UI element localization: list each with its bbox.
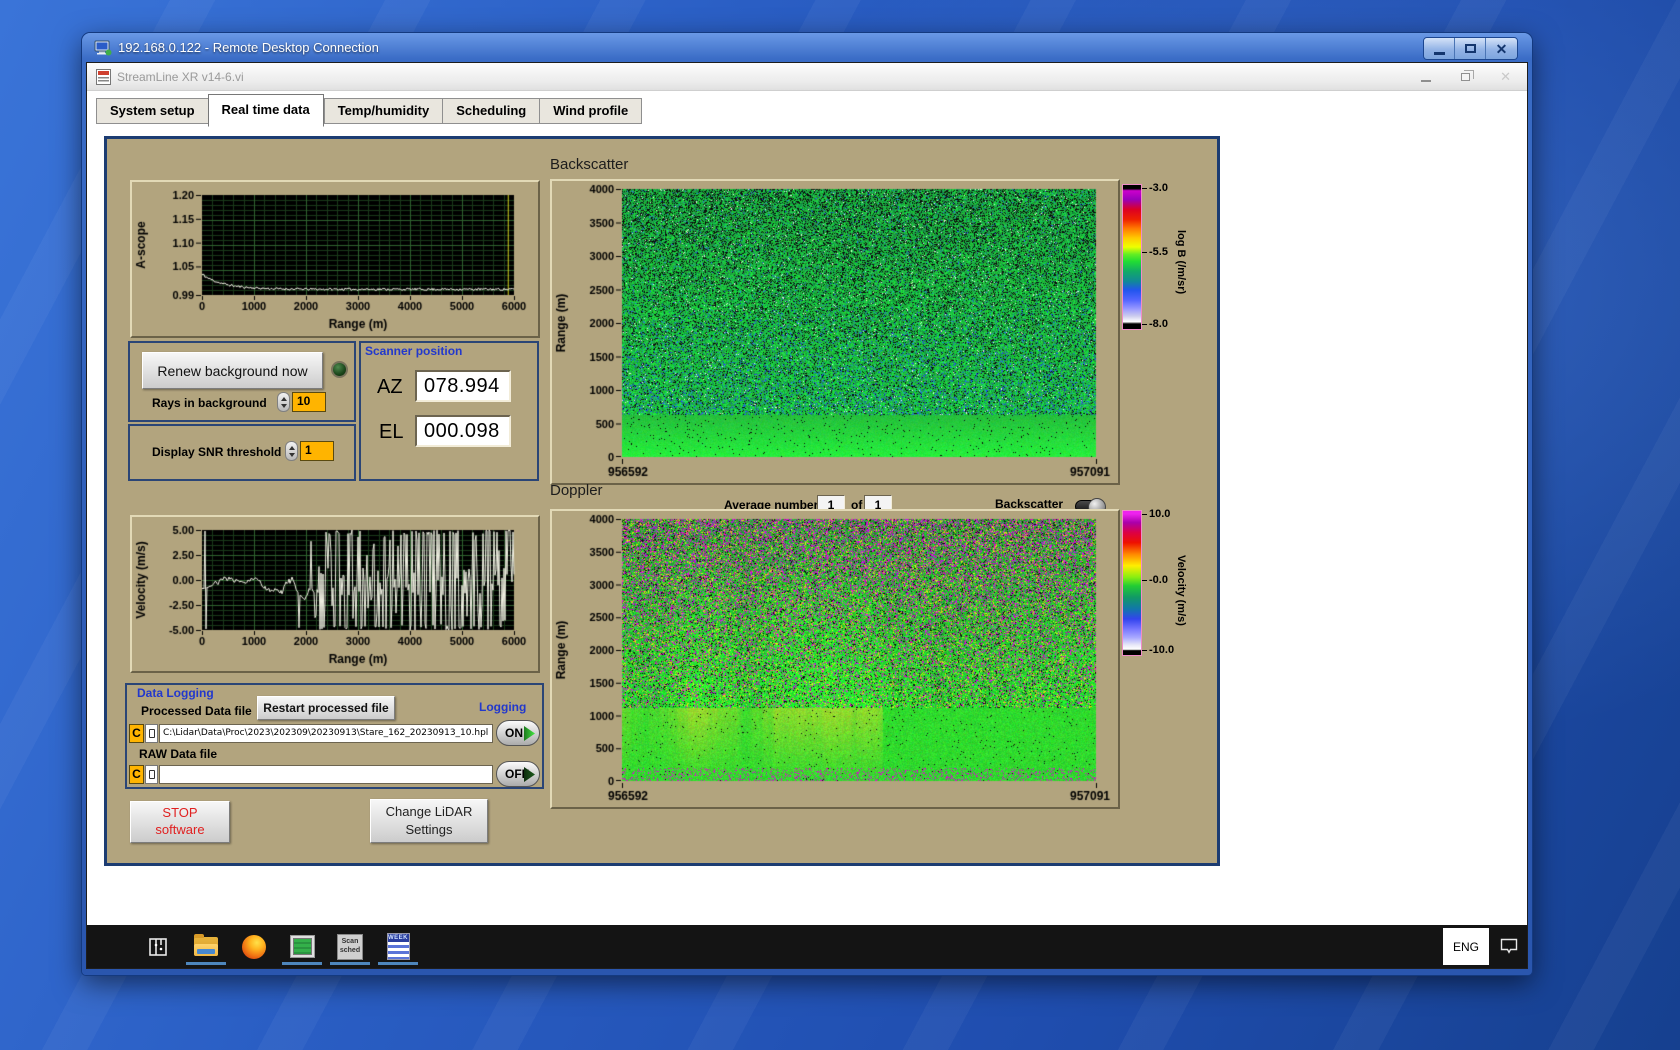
settings-line1: Change LiDAR bbox=[385, 804, 473, 820]
velocity-plot-canvas bbox=[132, 517, 538, 671]
processed-logging-on-button[interactable]: ON bbox=[496, 720, 540, 746]
rdp-minimize-button[interactable] bbox=[1424, 38, 1455, 59]
task-view-icon[interactable] bbox=[145, 933, 171, 961]
raw-logging-off-button[interactable]: OFF bbox=[496, 761, 540, 787]
vi-window-title: StreamLine XR v14-6.vi bbox=[117, 70, 244, 84]
renew-background-led bbox=[331, 361, 348, 378]
logging-label: Logging bbox=[479, 700, 527, 714]
doppler-heatmap-canvas bbox=[552, 511, 1118, 807]
off-lamp-icon bbox=[524, 767, 535, 782]
close-icon: ✕ bbox=[1495, 40, 1508, 57]
backscatter-heatmap-canvas bbox=[552, 181, 1118, 483]
on-lamp-icon bbox=[524, 726, 535, 741]
az-value-field[interactable]: 078.994 bbox=[415, 370, 511, 402]
notification-center-icon[interactable] bbox=[1499, 937, 1519, 960]
doppler-graph bbox=[550, 509, 1120, 809]
doppler-cb-tick-mid: -0.0 bbox=[1142, 574, 1168, 586]
tab-wind-profile[interactable]: Wind profile bbox=[539, 98, 643, 124]
streamline-app-icon[interactable] bbox=[282, 933, 322, 965]
change-lidar-settings-button[interactable]: Change LiDAR Settings bbox=[370, 799, 488, 843]
week-schedule-icon[interactable]: WEEK bbox=[378, 933, 418, 965]
remote-session-area: StreamLine XR v14-6.vi ✕ System setup Re… bbox=[87, 63, 1527, 968]
vi-window-titlebar[interactable]: StreamLine XR v14-6.vi ✕ bbox=[87, 63, 1527, 91]
snr-threshold-box: Display SNR threshold 1 bbox=[128, 424, 356, 481]
scanner-position-box: Scanner position AZ 078.994 EL 000.098 bbox=[359, 341, 539, 481]
doppler-colorbar-gradient bbox=[1122, 510, 1142, 656]
velocity-graph bbox=[130, 515, 540, 673]
remote-desktop-icon bbox=[94, 40, 112, 56]
scan-scheduler-icon[interactable]: Scan sched bbox=[330, 933, 370, 965]
doppler-cb-tick-max: 10.0 bbox=[1141, 508, 1171, 520]
rdp-window-title: 192.168.0.122 - Remote Desktop Connectio… bbox=[118, 40, 379, 55]
snr-value-field[interactable]: 1 bbox=[300, 441, 334, 461]
raw-path-type-icon[interactable] bbox=[145, 765, 158, 784]
el-value-field[interactable]: 000.098 bbox=[415, 415, 511, 447]
processed-data-file-label: Processed Data file bbox=[141, 704, 252, 718]
vi-app-icon bbox=[96, 69, 111, 90]
file-explorer-icon[interactable] bbox=[186, 933, 226, 965]
on-label: ON bbox=[505, 726, 523, 740]
backscatter-title: Backscatter bbox=[550, 156, 629, 173]
tab-scheduling[interactable]: Scheduling bbox=[442, 98, 540, 124]
vi-restore-button[interactable] bbox=[1461, 70, 1475, 81]
rdp-close-button[interactable]: ✕ bbox=[1486, 38, 1517, 59]
stop-software-button[interactable]: STOP software bbox=[130, 801, 230, 843]
el-label: EL bbox=[379, 421, 404, 443]
front-panel: Renew background now Rays in background … bbox=[87, 127, 1527, 925]
tab-system-setup[interactable]: System setup bbox=[96, 98, 208, 124]
ascope-plot-canvas bbox=[132, 182, 538, 336]
backscatter-colorbar-gradient bbox=[1122, 184, 1142, 330]
doppler-colorbar-label: Velocity (m/s) bbox=[1175, 554, 1187, 626]
vi-minimize-button[interactable] bbox=[1421, 80, 1432, 82]
raw-drive-box[interactable]: C bbox=[129, 765, 144, 784]
desktop: 192.168.0.122 - Remote Desktop Connectio… bbox=[0, 0, 1680, 1050]
backscatter-cb-tick-mid: -5.5 bbox=[1142, 246, 1168, 258]
backscatter-colorbar-label: log B (/m/sr) bbox=[1175, 229, 1187, 295]
vi-close-button[interactable]: ✕ bbox=[1500, 69, 1511, 85]
stop-line2: software bbox=[155, 822, 205, 837]
settings-line2: Settings bbox=[405, 822, 453, 837]
tab-real-time-data[interactable]: Real time data bbox=[207, 94, 324, 127]
doppler-cb-tick-min: -10.0 bbox=[1141, 644, 1175, 656]
snr-threshold-label: Display SNR threshold bbox=[152, 445, 282, 459]
rays-spinner[interactable] bbox=[277, 392, 290, 412]
backscatter-cb-tick-min: -8.0 bbox=[1142, 318, 1168, 330]
tab-bar: System setup Real time data Temp/humidit… bbox=[87, 91, 1527, 127]
rdp-titlebar[interactable]: 192.168.0.122 - Remote Desktop Connectio… bbox=[82, 33, 1532, 63]
scanner-position-title: Scanner position bbox=[365, 344, 463, 358]
doppler-title: Doppler bbox=[550, 482, 603, 499]
rdp-window: 192.168.0.122 - Remote Desktop Connectio… bbox=[82, 33, 1532, 975]
backscatter-cb-tick-max: -3.0 bbox=[1142, 182, 1168, 194]
processed-drive-box[interactable]: C bbox=[129, 724, 144, 743]
vi-window-controls: ✕ bbox=[1421, 63, 1511, 91]
rdp-window-controls: ✕ bbox=[1423, 37, 1518, 60]
processed-path-text: C:\Lidar\Data\Proc\2023\202309\20230913\… bbox=[163, 728, 489, 738]
rays-value-field[interactable]: 10 bbox=[292, 392, 326, 412]
raw-data-file-label: RAW Data file bbox=[139, 747, 218, 761]
firefox-icon[interactable] bbox=[241, 933, 267, 961]
main-panel: Renew background now Rays in background … bbox=[104, 136, 1220, 866]
rays-in-background-label: Rays in background bbox=[152, 396, 267, 410]
data-logging-box: Data Logging Processed Data file Restart… bbox=[125, 683, 544, 789]
az-label: AZ bbox=[377, 376, 403, 398]
restart-processed-file-button[interactable]: Restart processed file bbox=[257, 696, 395, 720]
snr-spinner[interactable] bbox=[285, 441, 298, 461]
taskbar: Scan sched WEEK ENG bbox=[87, 925, 1527, 968]
raw-path-field[interactable] bbox=[159, 765, 493, 784]
processed-path-field[interactable]: C:\Lidar\Data\Proc\2023\202309\20230913\… bbox=[159, 724, 493, 743]
rdp-maximize-button[interactable] bbox=[1455, 38, 1486, 59]
language-indicator[interactable]: ENG bbox=[1443, 928, 1489, 965]
backscatter-graph bbox=[550, 179, 1120, 485]
stop-line1: STOP bbox=[162, 805, 198, 821]
background-controls-box: Renew background now Rays in background … bbox=[128, 341, 356, 422]
data-logging-title: Data Logging bbox=[137, 686, 214, 700]
ascope-graph bbox=[130, 180, 540, 338]
processed-path-type-icon[interactable] bbox=[145, 724, 158, 743]
tab-temp-humidity[interactable]: Temp/humidity bbox=[323, 98, 443, 124]
renew-background-button[interactable]: Renew background now bbox=[142, 352, 323, 389]
